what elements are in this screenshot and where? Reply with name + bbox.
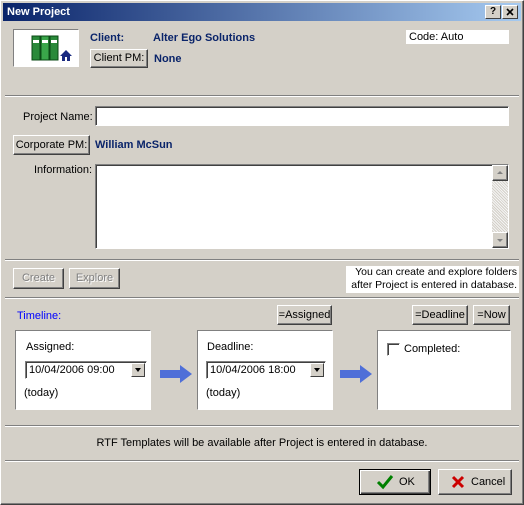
deadline-label: Deadline:	[207, 341, 254, 353]
cancel-label: Cancel	[471, 476, 506, 488]
project-name-label: Project Name:	[23, 111, 93, 123]
set-assigned-button[interactable]: =Assigned	[277, 305, 332, 325]
templates-note: RTF Templates will be available after Pr…	[96, 437, 428, 449]
divider	[5, 460, 519, 462]
completed-panel: Completed:	[377, 330, 511, 410]
chevron-down-icon	[314, 368, 320, 372]
assigned-label: Assigned:	[26, 341, 75, 353]
set-deadline-button[interactable]: =Deadline	[412, 305, 468, 325]
completed-label: Completed:	[404, 343, 461, 355]
divider	[5, 425, 519, 427]
divider	[5, 297, 519, 299]
chevron-down-icon	[135, 368, 141, 372]
ok-button[interactable]: OK	[359, 469, 431, 495]
folders-home-icon	[31, 35, 72, 61]
information-label: Information:	[34, 164, 93, 176]
checkmark-icon	[376, 475, 394, 490]
help-button[interactable]: ?	[485, 5, 501, 19]
assigned-panel: Assigned: 10/04/2006 09:00 (today)	[15, 330, 151, 410]
client-pm-value: None	[154, 53, 182, 65]
up-arrow-icon	[497, 171, 503, 174]
client-pm-button[interactable]: Client PM:	[90, 49, 148, 68]
assigned-datetime-value: 10/04/2006 09:00	[29, 364, 115, 376]
completed-checkbox[interactable]	[387, 343, 400, 356]
information-scrollbar[interactable]	[492, 165, 508, 248]
set-now-button[interactable]: =Now	[473, 305, 510, 325]
divider	[5, 95, 519, 97]
assigned-datetime-picker[interactable]: 10/04/2006 09:00	[25, 361, 147, 379]
folders-note: You can create and explore folders after…	[346, 266, 519, 293]
deadline-note: (today)	[206, 387, 241, 399]
close-icon	[506, 8, 514, 16]
deadline-datetime-picker[interactable]: 10/04/2006 18:00	[206, 361, 326, 379]
divider	[5, 259, 519, 261]
right-arrow-icon	[160, 365, 192, 383]
title-bar[interactable]: New Project ?	[3, 3, 521, 21]
scroll-up-button[interactable]	[492, 165, 508, 181]
cancel-button[interactable]: Cancel	[438, 469, 512, 495]
code-field: Code: Auto	[406, 30, 509, 44]
ok-label: OK	[399, 476, 415, 488]
client-value: Alter Ego Solutions	[153, 32, 256, 44]
scroll-down-button[interactable]	[492, 232, 508, 248]
timeline-label: Timeline:	[17, 310, 62, 322]
information-textarea[interactable]	[95, 164, 509, 249]
deadline-datetime-value: 10/04/2006 18:00	[210, 364, 296, 376]
down-arrow-icon	[497, 239, 503, 242]
red-x-icon	[451, 475, 465, 489]
right-arrow-icon	[340, 365, 372, 383]
client-label: Client:	[90, 32, 125, 44]
window-title: New Project	[7, 6, 70, 18]
close-button[interactable]	[502, 5, 518, 19]
deadline-panel: Deadline: 10/04/2006 18:00 (today)	[197, 330, 333, 410]
assigned-dropdown-button[interactable]	[131, 363, 145, 377]
new-project-dialog: New Project ? Client: Alter Ego Solution…	[0, 0, 524, 505]
project-name-input[interactable]	[95, 106, 509, 126]
project-icon	[13, 29, 79, 67]
corporate-pm-button[interactable]: Corporate PM:	[13, 135, 90, 155]
corporate-pm-value: William McSun	[95, 139, 173, 151]
create-folder-button[interactable]: Create	[13, 268, 64, 289]
assigned-note: (today)	[24, 387, 59, 399]
deadline-dropdown-button[interactable]	[310, 363, 324, 377]
explore-folder-button[interactable]: Explore	[69, 268, 120, 289]
